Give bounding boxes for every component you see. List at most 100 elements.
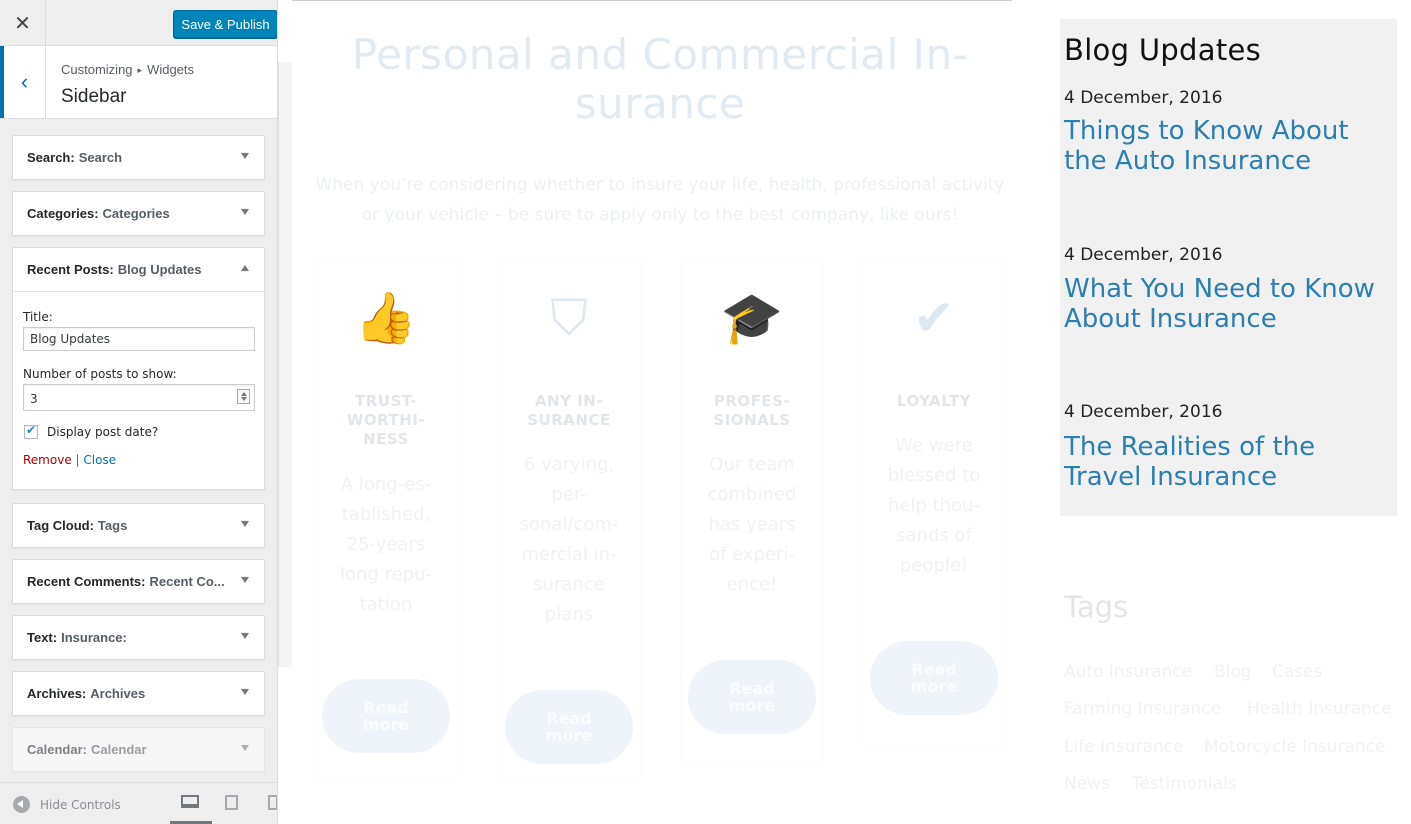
number-wrap bbox=[23, 384, 255, 411]
widget-recent-comments[interactable]: Recent Comments: Recent Co... bbox=[12, 559, 265, 604]
read-more-button[interactable]: Read more bbox=[688, 660, 816, 734]
breadcrumb-separator-icon: ▸ bbox=[137, 65, 143, 75]
chevron-down-icon[interactable] bbox=[241, 745, 249, 751]
widget-bar[interactable]: Search: Search bbox=[13, 136, 264, 179]
mobile-preview-icon[interactable] bbox=[268, 795, 277, 810]
number-spinner-icon[interactable] bbox=[237, 389, 250, 404]
feature-title: TRUST- WORTHI- NESS bbox=[346, 392, 426, 448]
widget-bar[interactable]: Recent Posts: Blog Updates bbox=[13, 248, 264, 291]
actions-separator: | bbox=[75, 453, 80, 467]
widget-type: Calendar: bbox=[27, 742, 87, 757]
display-date-row: Display post date? bbox=[23, 423, 254, 439]
widget-bar[interactable]: Calendar: Calendar bbox=[13, 728, 264, 771]
widget-type: Recent Comments: bbox=[27, 574, 146, 589]
widget-name: Calendar bbox=[90, 742, 147, 757]
widget-bar[interactable]: Categories: Categories bbox=[13, 192, 264, 235]
thumbs-up-icon: 👍 bbox=[354, 289, 418, 346]
feature-card: ⛉ ANY IN- SURANCE 6 varying, per- sonal/… bbox=[498, 258, 640, 778]
widget-tag-cloud[interactable]: Tag Cloud: Tags bbox=[12, 503, 265, 548]
widget-name: Recent Co... bbox=[149, 574, 225, 589]
close-link[interactable]: Close bbox=[83, 453, 116, 467]
blog-updates-widget: Blog Updates 4 December, 2016 Things to … bbox=[1060, 19, 1397, 516]
feature-text: A long-es- tablished, 25-years long repu… bbox=[340, 474, 432, 615]
feature-title: LOYALTY bbox=[897, 392, 971, 410]
preview-top-border bbox=[292, 0, 1012, 1]
desktop-preview-icon[interactable] bbox=[181, 795, 199, 808]
chevron-down-icon[interactable] bbox=[241, 633, 249, 639]
read-more-button[interactable]: Read more bbox=[322, 679, 450, 753]
chevron-down-icon[interactable] bbox=[241, 689, 249, 695]
widget-bar[interactable]: Text: Insurance: bbox=[13, 616, 264, 659]
tag-link[interactable]: Life Insurance bbox=[1064, 737, 1183, 757]
post-link[interactable]: The Realities of the Travel Insurance bbox=[1064, 432, 1394, 492]
widget-search[interactable]: Search: Search bbox=[12, 135, 265, 180]
tag-link[interactable]: Health Insurance bbox=[1247, 699, 1392, 719]
checkmark-icon: ✔ bbox=[913, 290, 955, 346]
section-header: ‹ Customizing ▸ Widgets Sidebar bbox=[0, 46, 277, 119]
customizer-panel: ✕ Save & Publish ‹ Customizing ▸ Widgets S… bbox=[0, 0, 278, 824]
chevron-down-icon[interactable] bbox=[241, 153, 249, 159]
post-date: 4 December, 2016 bbox=[1064, 402, 1223, 422]
widget-bar[interactable]: Archives: Archives bbox=[13, 672, 264, 715]
widget-bar[interactable]: Tag Cloud: Tags bbox=[13, 504, 264, 547]
read-more-button[interactable]: Read more bbox=[870, 641, 998, 715]
post-link[interactable]: Things to Know About the Auto Insurance bbox=[1064, 116, 1394, 176]
widget-name: Tags bbox=[97, 518, 128, 533]
chevron-down-icon[interactable] bbox=[241, 209, 249, 215]
feature-card: 🎓 PROFES- SIONALS Our team combined has … bbox=[681, 258, 823, 766]
collapse-arrow-icon bbox=[13, 796, 30, 813]
tag-link[interactable]: Testimonials bbox=[1132, 774, 1237, 794]
tag-link[interactable]: Cases bbox=[1272, 662, 1322, 682]
widget-categories[interactable]: Categories: Categories bbox=[12, 191, 265, 236]
widget-type: Recent Posts: bbox=[27, 262, 114, 277]
feature-text: Our team combined has years of experi- e… bbox=[707, 454, 797, 595]
tags-title: Tags bbox=[1064, 590, 1129, 624]
widget-calendar[interactable]: Calendar: Calendar bbox=[12, 727, 265, 772]
chevron-down-icon[interactable] bbox=[241, 577, 249, 583]
widget-name: Blog Updates bbox=[117, 262, 202, 277]
post-link[interactable]: What You Need to Know About Insurance bbox=[1064, 274, 1394, 334]
widget-recent-posts[interactable]: Recent Posts:Blog Updates Title: Number … bbox=[12, 247, 265, 490]
number-label: Number of posts to show: bbox=[23, 367, 177, 381]
widget-name: Archives bbox=[90, 686, 146, 701]
hero-title: Personal and Commercial In-surance bbox=[351, 30, 969, 128]
title-input[interactable] bbox=[23, 327, 255, 351]
read-more-button[interactable]: Read more bbox=[505, 690, 633, 764]
widget-name: Search bbox=[78, 150, 123, 165]
feature-text: We were blessed to help thou- sands of p… bbox=[887, 435, 981, 576]
remove-link[interactable]: Remove bbox=[23, 453, 72, 467]
chevron-up-icon[interactable] bbox=[241, 265, 249, 271]
post-date: 4 December, 2016 bbox=[1064, 245, 1223, 265]
hide-controls-label: Hide Controls bbox=[40, 797, 121, 812]
widget-bar[interactable]: Recent Comments: Recent Co... bbox=[13, 560, 264, 603]
blog-title: Blog Updates bbox=[1064, 33, 1262, 67]
customizer-header: ✕ Save & Publish bbox=[0, 0, 277, 46]
close-icon[interactable]: ✕ bbox=[0, 0, 46, 46]
display-date-checkbox[interactable] bbox=[24, 423, 38, 439]
widget-archives[interactable]: Archives: Archives bbox=[12, 671, 265, 716]
customizer-footer: Hide Controls bbox=[0, 782, 277, 824]
tag-link[interactable]: Farming Insurance bbox=[1064, 699, 1221, 719]
number-of-posts-input[interactable] bbox=[23, 384, 255, 411]
feature-card: ✔ LOYALTY We were blessed to help thou- … bbox=[863, 258, 1005, 746]
tag-link[interactable]: Motorcycle Insurance bbox=[1204, 737, 1386, 757]
widget-type: Search: bbox=[27, 150, 75, 165]
save-publish-button[interactable]: Save & Publish bbox=[173, 10, 277, 38]
widget-type: Tag Cloud: bbox=[27, 518, 94, 533]
site-preview: Personal and Commercial In-surance When … bbox=[292, 0, 1411, 824]
hide-controls-button[interactable]: Hide Controls bbox=[13, 796, 121, 813]
widget-text[interactable]: Text: Insurance: bbox=[12, 615, 265, 660]
tag-link[interactable]: Blog bbox=[1214, 662, 1252, 682]
tag-link[interactable]: Auto Insurance bbox=[1064, 662, 1192, 682]
title-label: Title: bbox=[23, 310, 53, 324]
post-date: 4 December, 2016 bbox=[1064, 88, 1223, 108]
feature-card: 👍 TRUST- WORTHI- NESS A long-es- tablish… bbox=[315, 258, 457, 778]
tablet-preview-icon[interactable] bbox=[225, 795, 238, 810]
customizer-scrollbar[interactable] bbox=[278, 62, 292, 667]
widget-type: Categories: bbox=[27, 206, 99, 221]
back-arrow-icon[interactable]: ‹ bbox=[0, 46, 46, 118]
widget-form: Title: Number of posts to show: Display … bbox=[13, 291, 264, 489]
chevron-down-icon[interactable] bbox=[241, 521, 249, 527]
breadcrumb-customizing: Customizing bbox=[61, 62, 133, 77]
tag-link[interactable]: News bbox=[1064, 774, 1110, 794]
